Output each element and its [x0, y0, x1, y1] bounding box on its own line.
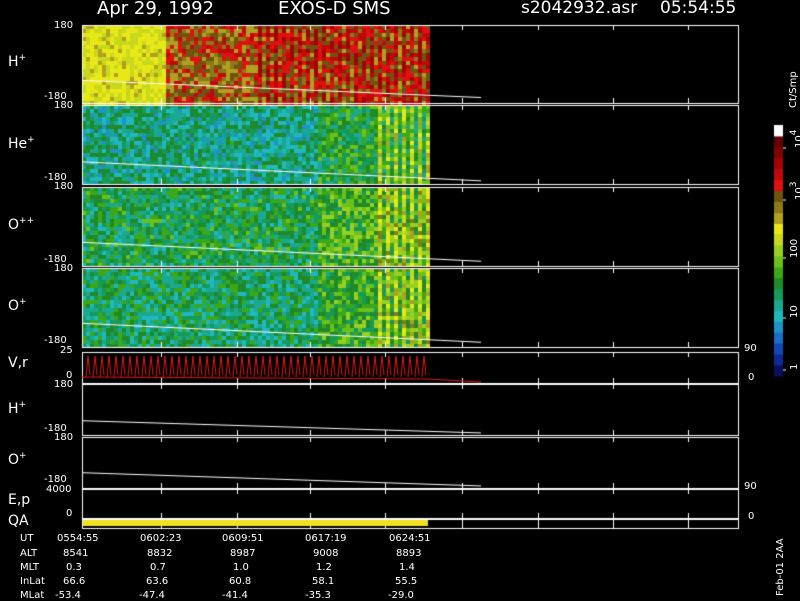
ephemeris-label-ut: UT: [20, 533, 34, 544]
ephemeris-label-alt: ALT: [20, 548, 38, 559]
panel-label-he-plus: He+: [8, 135, 35, 152]
panel-label-ep: E,p: [8, 492, 31, 508]
ytick-right-ep-top: 90: [744, 481, 757, 492]
colorbar-tick-10000: 104: [789, 129, 800, 148]
ephemeris-cell: 55.5: [395, 576, 418, 587]
ytick-oline-top: 180: [54, 432, 74, 443]
panel-label-h-plus-line: H+: [8, 400, 27, 417]
ephemeris-cell: 1.2: [316, 562, 332, 573]
ephemeris-cell: 8541: [63, 548, 89, 559]
plot-start-time: 05:54:55: [660, 0, 737, 18]
panel-label-vr: V,r: [8, 355, 28, 371]
ephemeris-cell: 63.6: [146, 576, 169, 587]
ephemeris-cell: 0617:19: [305, 533, 347, 544]
plot-filename: s2042932.asr: [521, 0, 638, 18]
ytick-right-vr-bottom: 0: [748, 372, 755, 383]
plot-instrument: EXOS-D SMS: [278, 0, 391, 19]
ytick-right-vr-top: 90: [744, 343, 757, 354]
ephemeris-cell: 8893: [396, 548, 422, 559]
ephemeris-cell: 0.3: [66, 562, 82, 573]
ephemeris-cell: 0624:51: [389, 533, 431, 544]
ephemeris-cell: 0554:55: [57, 533, 99, 544]
ephemeris-cell: 66.6: [63, 576, 86, 587]
ytick-right-qa-bottom: 0: [748, 511, 755, 522]
ephemeris-label-inlat: InLat: [20, 576, 45, 587]
ephemeris-cell: 8987: [230, 548, 256, 559]
footer-stamp: Feb-01 2AA: [775, 538, 786, 596]
ytick-h-top: 180: [54, 20, 74, 31]
panel-label-o-plusplus: O++: [8, 216, 35, 233]
colorbar-tick-100: 100: [789, 238, 800, 258]
colorbar-tick-1000: 103: [789, 181, 800, 200]
ephemeris-label-mlt: MLT: [20, 562, 39, 573]
ephemeris-cell: 60.8: [229, 576, 252, 587]
panel-label-qa: QA: [8, 513, 29, 529]
plot-date: Apr 29, 1992: [97, 0, 215, 19]
ephemeris-cell: 8832: [147, 548, 173, 559]
ephemeris-cell: 0.7: [150, 562, 166, 573]
ytick-ep-top: 4000: [46, 484, 72, 495]
ephemeris-cell: 58.1: [312, 576, 335, 587]
panel-label-h-plus: H+: [8, 53, 27, 70]
colorbar-unit: Ct/Smp: [788, 71, 799, 108]
ephemeris-cell: 0602:23: [140, 533, 182, 544]
ephemeris-cell: 0609:51: [222, 533, 264, 544]
ytick-op-top: 180: [54, 263, 74, 274]
ephemeris-cell: 1.4: [399, 562, 415, 573]
ephemeris-cell: 9008: [313, 548, 339, 559]
panel-label-o-plus: O+: [8, 297, 27, 314]
ytick-qa-bottom: 0: [66, 508, 73, 519]
ytick-he-top: 180: [54, 100, 74, 111]
ytick-hline-top: 180: [54, 379, 74, 390]
ephemeris-cell: 1.0: [233, 562, 249, 573]
colorbar-tick-1: 1: [789, 363, 800, 370]
ytick-opp-top: 180: [54, 181, 74, 192]
colorbar-tick-10: 10: [789, 305, 800, 318]
ytick-vr-top: 25: [60, 345, 73, 356]
panel-label-o-plus-line: O+: [8, 451, 27, 468]
spectrogram-plot-area: [0, 0, 800, 600]
